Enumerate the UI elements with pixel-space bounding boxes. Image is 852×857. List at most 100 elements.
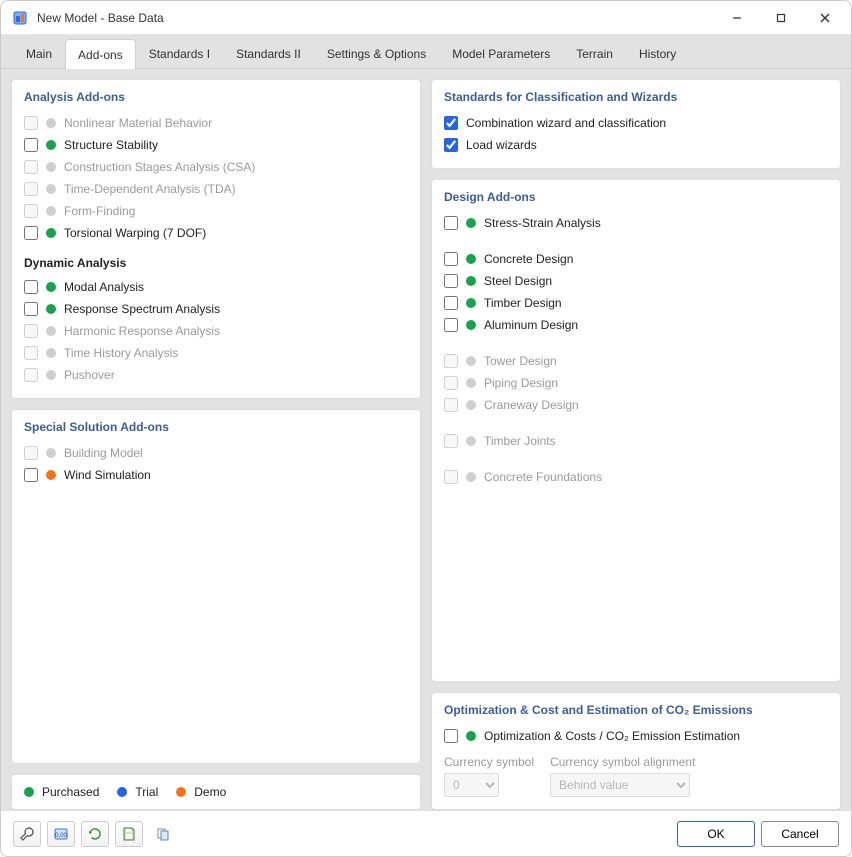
window-maximize-button[interactable] [759, 3, 803, 33]
checkbox-combination-wizard-and-classification[interactable] [444, 116, 458, 130]
select-currency-alignment[interactable]: Behind value [550, 773, 690, 797]
option-row: Steel Design [444, 270, 828, 292]
option-row: Tower Design [444, 350, 828, 372]
cancel-button[interactable]: Cancel [761, 821, 839, 847]
option-row: Torsional Warping (7 DOF) [24, 222, 408, 244]
option-label: Tower Design [484, 354, 557, 368]
status-dot-icon [466, 320, 476, 330]
window-title: New Model - Base Data [37, 11, 715, 25]
tab-history[interactable]: History [626, 38, 689, 68]
checkbox-nonlinear-material-behavior [24, 116, 38, 130]
checkbox-concrete-design[interactable] [444, 252, 458, 266]
checkbox-piping-design [444, 376, 458, 390]
ok-button[interactable]: OK [677, 821, 755, 847]
checkbox-optimization[interactable] [444, 729, 458, 743]
tab-settings-options[interactable]: Settings & Options [314, 38, 439, 68]
checkbox-construction-stages-analysis-csa- [24, 160, 38, 174]
status-dot-icon [466, 254, 476, 264]
toolbar-units-button[interactable]: 0,00 [47, 821, 75, 847]
checkbox-wind-simulation[interactable] [24, 468, 38, 482]
panel-analysis-addons: Analysis Add-ons Nonlinear Material Beha… [11, 79, 421, 399]
app-icon [11, 9, 29, 27]
option-label: Nonlinear Material Behavior [64, 116, 212, 130]
label-currency-symbol: Currency symbol [444, 755, 534, 769]
tab-terrain[interactable]: Terrain [563, 38, 626, 68]
status-dot-icon [466, 218, 476, 228]
option-row: Load wizards [444, 134, 828, 156]
option-row: Timber Design [444, 292, 828, 314]
status-dot-icon [46, 470, 56, 480]
option-label: Steel Design [484, 274, 552, 288]
option-row: Response Spectrum Analysis [24, 298, 408, 320]
status-dot-icon [46, 140, 56, 150]
tab-add-ons[interactable]: Add-ons [65, 39, 136, 69]
window-close-button[interactable] [803, 3, 847, 33]
label-currency-alignment: Currency symbol alignment [550, 755, 695, 769]
panel-standards: Standards for Classification and Wizards… [431, 79, 841, 169]
select-currency-symbol[interactable]: 0 [444, 773, 499, 797]
option-label: Stress-Strain Analysis [484, 216, 601, 230]
option-row: Aluminum Design [444, 314, 828, 336]
window-minimize-button[interactable] [715, 3, 759, 33]
option-row: Pushover [24, 364, 408, 386]
dot-demo-icon [176, 787, 186, 797]
status-dot-icon [46, 206, 56, 216]
option-row: Time-Dependent Analysis (TDA) [24, 178, 408, 200]
checkbox-concrete-foundations [444, 470, 458, 484]
checkbox-stress-strain-analysis[interactable] [444, 216, 458, 230]
option-row: Construction Stages Analysis (CSA) [24, 156, 408, 178]
panel-design-addons: Design Add-ons Stress-Strain AnalysisCon… [431, 179, 841, 682]
toolbar-wrench-button[interactable] [13, 821, 41, 847]
option-label: Time-Dependent Analysis (TDA) [64, 182, 236, 196]
option-label: Response Spectrum Analysis [64, 302, 220, 316]
option-row: Timber Joints [444, 430, 828, 452]
status-dot-icon [46, 184, 56, 194]
checkbox-torsional-warping-7-dof-[interactable] [24, 226, 38, 240]
checkbox-steel-design[interactable] [444, 274, 458, 288]
option-label: Pushover [64, 368, 115, 382]
checkbox-form-finding [24, 204, 38, 218]
checkbox-load-wizards[interactable] [444, 138, 458, 152]
checkbox-aluminum-design[interactable] [444, 318, 458, 332]
option-row: Harmonic Response Analysis [24, 320, 408, 342]
status-dot-icon [466, 298, 476, 308]
panel-title: Optimization & Cost and Estimation of CO… [444, 703, 828, 717]
svg-text:0,00: 0,00 [55, 833, 67, 839]
status-dot-icon [46, 326, 56, 336]
status-dot-icon [466, 400, 476, 410]
option-row: Concrete Design [444, 248, 828, 270]
legend-trial: Trial [135, 785, 158, 799]
status-dot-icon [46, 118, 56, 128]
option-label: Timber Joints [484, 434, 556, 448]
tab-standards-ii[interactable]: Standards II [223, 38, 314, 68]
option-label: Optimization & Costs / CO₂ Emission Esti… [484, 729, 740, 743]
option-label: Combination wizard and classification [466, 116, 666, 130]
option-row: Form-Finding [24, 200, 408, 222]
option-label: Harmonic Response Analysis [64, 324, 220, 338]
option-row: Structure Stability [24, 134, 408, 156]
option-label: Structure Stability [64, 138, 158, 152]
checkbox-tower-design [444, 354, 458, 368]
toolbar-save-button[interactable] [115, 821, 143, 847]
tab-standards-i[interactable]: Standards I [136, 38, 223, 68]
option-label: Torsional Warping (7 DOF) [64, 226, 206, 240]
status-dot-icon [46, 282, 56, 292]
tab-main[interactable]: Main [13, 38, 65, 68]
option-row: Stress-Strain Analysis [444, 212, 828, 234]
toolbar-copy-button[interactable] [149, 821, 177, 847]
checkbox-response-spectrum-analysis[interactable] [24, 302, 38, 316]
option-label: Time History Analysis [64, 346, 178, 360]
option-label: Construction Stages Analysis (CSA) [64, 160, 255, 174]
checkbox-building-model [24, 446, 38, 460]
tab-model-parameters[interactable]: Model Parameters [439, 38, 563, 68]
checkbox-timber-design[interactable] [444, 296, 458, 310]
option-row: Wind Simulation [24, 464, 408, 486]
status-dot-icon [46, 448, 56, 458]
status-dot-icon [46, 228, 56, 238]
checkbox-structure-stability[interactable] [24, 138, 38, 152]
toolbar-refresh-button[interactable] [81, 821, 109, 847]
option-label: Wind Simulation [64, 468, 151, 482]
status-dot-icon [46, 304, 56, 314]
checkbox-modal-analysis[interactable] [24, 280, 38, 294]
status-dot-icon [46, 370, 56, 380]
